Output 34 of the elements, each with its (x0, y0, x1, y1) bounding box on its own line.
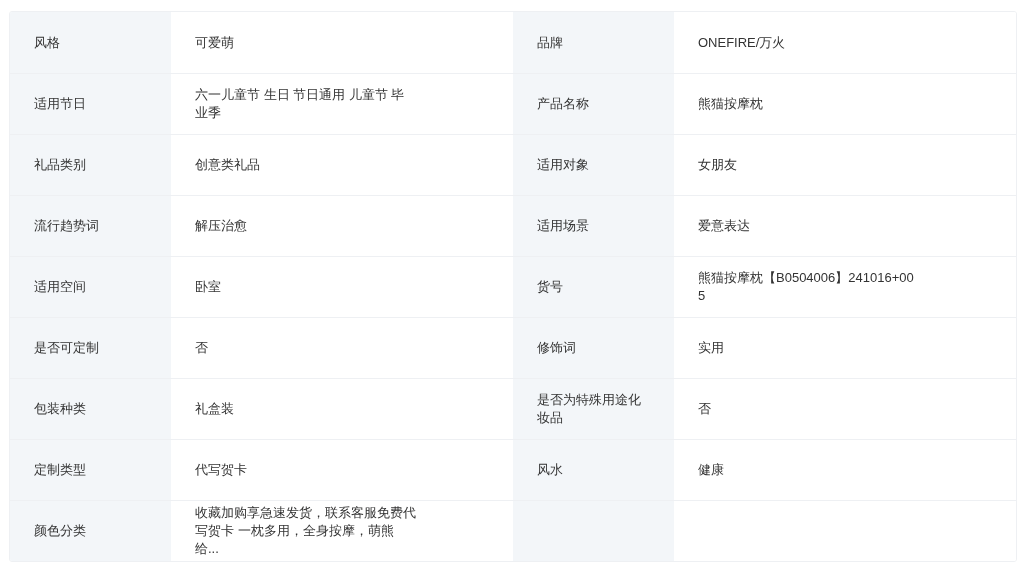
attribute-label: 修饰词 (537, 339, 576, 357)
attribute-label: 适用空间 (34, 278, 86, 296)
attribute-value: 六一儿童节 生日 节日通用 儿童节 毕业季 (195, 86, 406, 122)
attribute-label: 风格 (34, 33, 60, 52)
attribute-label: 是否可定制 (34, 339, 99, 357)
attribute-label: 适用节日 (34, 95, 86, 113)
attribute-value: 熊猫按摩枕【B0504006】241016+005 (698, 269, 915, 305)
attribute-value: 否 (195, 339, 208, 357)
attribute-label: 风水 (537, 461, 563, 479)
attribute-label: 品牌 (537, 33, 563, 52)
attribute-value: 实用 (698, 339, 724, 357)
attribute-value: 女朋友 (698, 156, 737, 174)
attribute-label: 是否为特殊用途化妆品 (537, 391, 642, 427)
attribute-label: 货号 (537, 278, 563, 296)
attribute-value: 解压治愈 (195, 217, 247, 235)
attribute-label: 适用对象 (537, 156, 589, 174)
attribute-value: 否 (698, 400, 711, 418)
attribute-label: 礼品类别 (34, 156, 86, 174)
attribute-label: 包装种类 (34, 400, 86, 418)
attribute-value: 可爱萌 (195, 33, 234, 52)
attribute-value: 卧室 (195, 278, 221, 296)
attribute-value: 礼盒装 (195, 400, 234, 418)
attribute-label: 定制类型 (34, 461, 86, 479)
attribute-value: 创意类礼品 (195, 156, 260, 174)
attribute-label: 颜色分类 (34, 522, 86, 540)
attribute-value: 熊猫按摩枕 (698, 95, 763, 113)
attribute-value: 爱意表达 (698, 217, 750, 235)
attribute-value: 健康 (698, 461, 724, 479)
attribute-value: ONEFIRE/万火 (698, 33, 786, 52)
attribute-value: 收藏加购享急速发货，联系客服免费代写贺卡 一枕多用，全身按摩，萌熊给... (195, 504, 417, 558)
attribute-label: 适用场景 (537, 217, 589, 235)
attribute-value: 代写贺卡 (195, 461, 247, 479)
attribute-label: 流行趋势词 (34, 217, 99, 235)
attribute-label: 产品名称 (537, 95, 589, 113)
